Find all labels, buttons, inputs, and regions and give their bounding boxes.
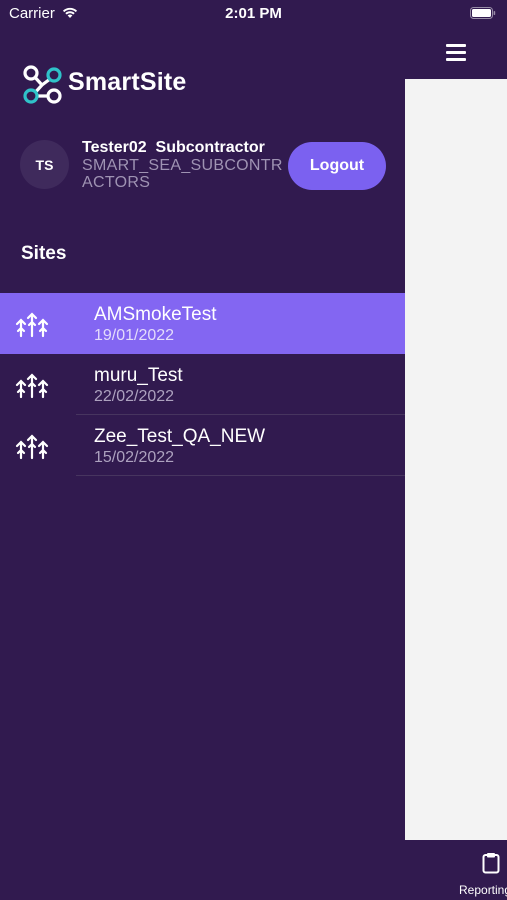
site-name: Zee_Test_QA_NEW [94,426,266,447]
site-crane-icon [15,373,49,399]
status-time: 2:01 PM [225,5,282,22]
tab-reporting[interactable]: Reporting [459,883,507,897]
clipboard-icon[interactable] [482,852,500,874]
avatar: TS [20,140,69,189]
site-name: muru_Test [94,365,183,386]
avatar-initials: TS [35,156,54,173]
site-list: AMSmokeTest 19/01/2022 muru_Test 22/02/2… [0,293,405,476]
battery-icon [470,7,496,19]
row-divider [76,475,405,476]
sites-heading: Sites [21,243,67,264]
user-name: Tester02 Subcontractor [82,139,265,156]
site-crane-icon [15,312,49,338]
site-list-item[interactable]: muru_Test 22/02/2022 [0,354,405,415]
site-date: 19/01/2022 [94,327,175,344]
smartsite-logo-icon [23,65,62,104]
site-date: 22/02/2022 [94,388,175,405]
user-role: SMART_SEA_SUBCONTRACTORS [82,157,283,191]
site-list-item[interactable]: AMSmokeTest 19/01/2022 [0,293,405,354]
hamburger-menu-icon[interactable] [444,40,468,64]
site-crane-icon [15,434,49,460]
site-date: 15/02/2022 [94,449,175,466]
main-content-pane [405,79,507,840]
status-bar: Carrier 2:01 PM [0,0,507,30]
site-name: AMSmokeTest [94,304,217,325]
logout-button[interactable]: Logout [288,142,386,190]
brand-name: SmartSite [68,68,187,96]
site-list-item[interactable]: Zee_Test_QA_NEW 15/02/2022 [0,415,405,476]
